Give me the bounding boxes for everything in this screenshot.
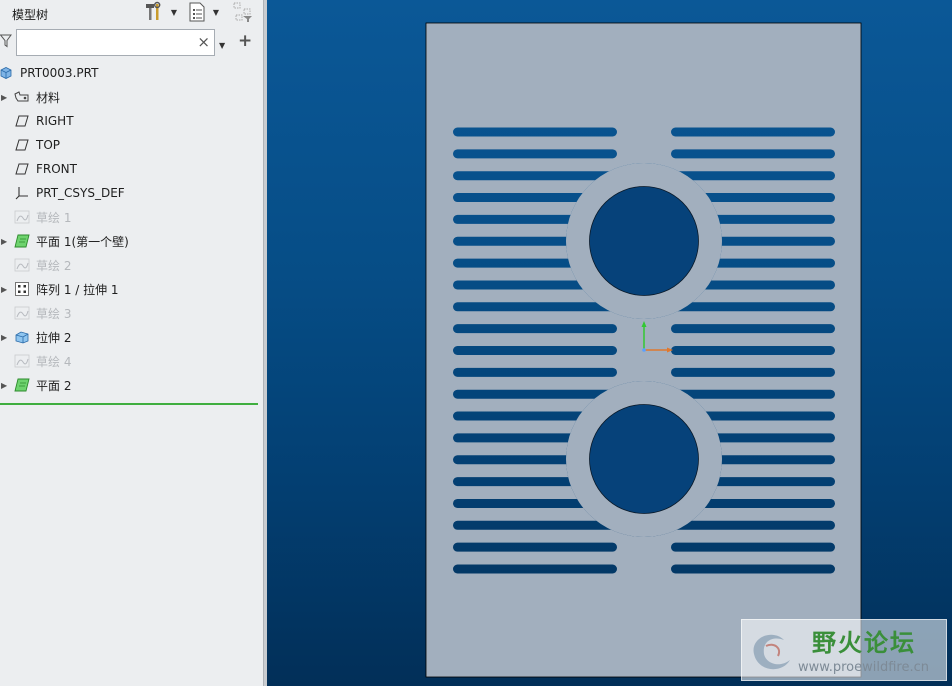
tree-item-label: 材料 — [36, 90, 61, 105]
show-settings-button[interactable] — [187, 2, 207, 24]
expand-arrow-icon[interactable]: ▶ — [1, 237, 9, 246]
part-icon — [0, 65, 14, 81]
sketch-icon — [14, 305, 30, 321]
tree-item-label: TOP — [36, 138, 61, 152]
insert-here-marker[interactable] — [0, 403, 258, 405]
tree-item[interactable]: FRONT — [0, 157, 263, 181]
datum-plane-icon — [14, 161, 30, 177]
tree-item-label: RIGHT — [36, 114, 74, 128]
hammer-wrench-icon — [143, 1, 165, 26]
material-icon — [14, 89, 30, 105]
tree-item[interactable]: 草绘 2 — [0, 253, 263, 277]
list-settings-icon — [187, 1, 207, 26]
tree-item[interactable]: TOP — [0, 133, 263, 157]
tree-search-box[interactable]: × — [16, 29, 215, 56]
tree-item[interactable]: ▶ 拉伸 2 — [0, 325, 263, 349]
expand-arrow-icon[interactable]: ▶ — [1, 333, 9, 342]
tree-root-part[interactable]: PRT0003.PRT — [0, 61, 263, 85]
model-tree-panel: 模型树 ▼ ▼ × ▼ + PRT0003.PRT ▶ 材料 RIGHT TOP… — [0, 0, 263, 686]
show-settings-dropdown[interactable]: ▼ — [211, 2, 221, 24]
filter-icon — [0, 34, 12, 51]
tree-item[interactable]: ▶ 材料 — [0, 85, 263, 109]
extrude-icon — [14, 329, 30, 345]
tree-item[interactable]: PRT_CSYS_DEF — [0, 181, 263, 205]
tree-filter-icon — [232, 1, 254, 26]
watermark-title: 野火论坛 — [812, 629, 916, 657]
tree-item-label: 草绘 2 — [36, 258, 72, 273]
sketch-icon — [14, 209, 30, 225]
watermark-url: www.proewildfire.cn — [798, 660, 929, 675]
tree-item-label: 拉伸 2 — [36, 330, 72, 345]
csys-icon — [14, 185, 30, 201]
tree-item-label: 草绘 3 — [36, 306, 72, 321]
tree-item-label: 平面 1(第一个壁) — [36, 234, 129, 249]
sketch-icon — [14, 257, 30, 273]
tree-tools-dropdown[interactable]: ▼ — [169, 2, 179, 24]
tree-item-label: 草绘 1 — [36, 210, 72, 225]
model-tree-title: 模型树 — [12, 8, 49, 22]
sheetmetal-wall-icon — [14, 377, 30, 393]
tree-item[interactable]: ▶ 平面 1(第一个壁) — [0, 229, 263, 253]
tree-search-input[interactable] — [21, 34, 191, 52]
chevron-down-icon: ▼ — [212, 8, 220, 17]
part-model-view[interactable] — [267, 0, 952, 686]
search-options-dropdown[interactable]: ▼ — [219, 37, 225, 51]
sheetmetal-wall-icon — [14, 233, 30, 249]
tree-item-label: PRT_CSYS_DEF — [36, 186, 125, 200]
tree-item[interactable]: RIGHT — [0, 109, 263, 133]
add-filter-button[interactable]: + — [238, 31, 252, 51]
tree-tools-button[interactable] — [143, 1, 165, 26]
graphics-viewport[interactable]: 野火论坛 www.proewildfire.cn — [267, 0, 952, 686]
expand-arrow-icon[interactable]: ▶ — [1, 285, 9, 294]
expand-arrow-icon[interactable]: ▶ — [1, 381, 9, 390]
chevron-down-icon: ▼ — [219, 41, 226, 50]
pattern-icon — [14, 281, 30, 297]
tree-item[interactable]: ▶ 阵列 1 / 拉伸 1 — [0, 277, 263, 301]
tree-filters-button[interactable] — [232, 2, 254, 24]
datum-plane-icon — [14, 137, 30, 153]
circular-hole[interactable] — [589, 186, 699, 296]
forum-watermark: 野火论坛 www.proewildfire.cn — [741, 619, 947, 681]
sketch-icon — [14, 353, 30, 369]
clear-icon[interactable]: × — [197, 33, 210, 51]
tree-item[interactable]: ▶ 平面 2 — [0, 373, 263, 397]
datum-plane-icon — [14, 113, 30, 129]
tree-item[interactable]: 草绘 1 — [0, 205, 263, 229]
tree-item-label: PRT0003.PRT — [20, 66, 99, 80]
expand-arrow-icon[interactable]: ▶ — [1, 93, 9, 102]
tree-item[interactable]: 草绘 3 — [0, 301, 263, 325]
tree-item-label: 阵列 1 / 拉伸 1 — [36, 282, 119, 297]
chevron-down-icon: ▼ — [170, 8, 178, 17]
tree-item-label: 草绘 4 — [36, 354, 72, 369]
tree-item-label: 平面 2 — [36, 378, 72, 393]
circular-hole[interactable] — [589, 404, 699, 514]
tree-item[interactable]: 草绘 4 — [0, 349, 263, 373]
forum-logo-icon — [746, 624, 798, 679]
tree-item-label: FRONT — [36, 162, 77, 176]
